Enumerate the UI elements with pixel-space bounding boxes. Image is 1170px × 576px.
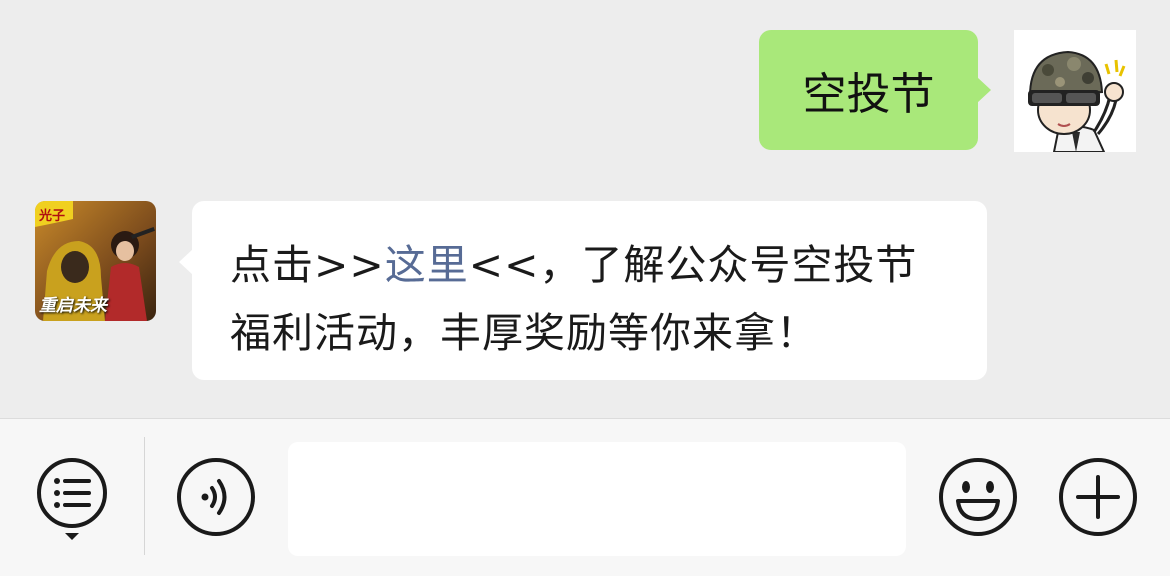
list-menu-icon — [37, 458, 107, 540]
bar-divider — [144, 437, 145, 555]
my-avatar[interactable] — [1014, 30, 1136, 152]
plus-icon — [1059, 458, 1137, 536]
menu-toggle-button[interactable] — [32, 457, 112, 540]
message-link[interactable]: 这里 — [385, 241, 469, 289]
helmet-character-avatar-icon — [1014, 30, 1136, 152]
message-input[interactable] — [288, 442, 906, 556]
incoming-message-bubble[interactable]: 点击>>这里<<，了解公众号空投节福利活动，丰厚奖励等你来拿！ — [179, 201, 987, 380]
outgoing-message-text: 空投节 — [802, 69, 935, 120]
emoji-icon — [939, 458, 1017, 536]
more-functions-button[interactable] — [1058, 457, 1138, 537]
outgoing-message-bubble[interactable]: 空投节 — [759, 30, 991, 150]
official-account-avatar[interactable]: 光子 重启未来 — [35, 201, 156, 321]
input-bar — [0, 418, 1170, 576]
avatar-caption-text: 重启未来 — [39, 296, 107, 316]
message-prefix-text: 点击>> — [230, 241, 385, 289]
voice-icon — [177, 458, 255, 536]
chat-area: 空投节 光子 重启未来 点击>>这里<<，了解公众号空投节福利活动，丰厚奖励等你… — [0, 0, 1170, 418]
voice-input-button[interactable] — [176, 457, 256, 537]
avatar-badge-text: 光子 — [39, 209, 66, 224]
emoji-button[interactable] — [938, 457, 1018, 537]
